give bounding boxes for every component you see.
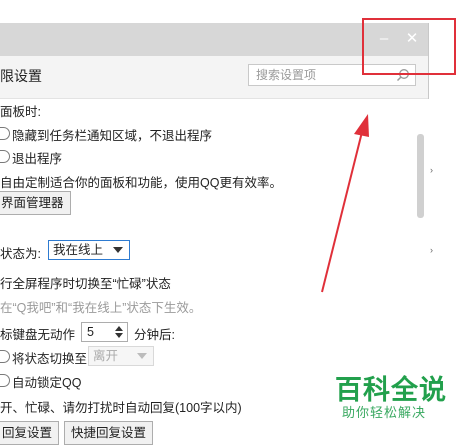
annotation-arrow — [321, 114, 369, 293]
watermark-tagline: 助你轻松解决 — [342, 405, 427, 420]
